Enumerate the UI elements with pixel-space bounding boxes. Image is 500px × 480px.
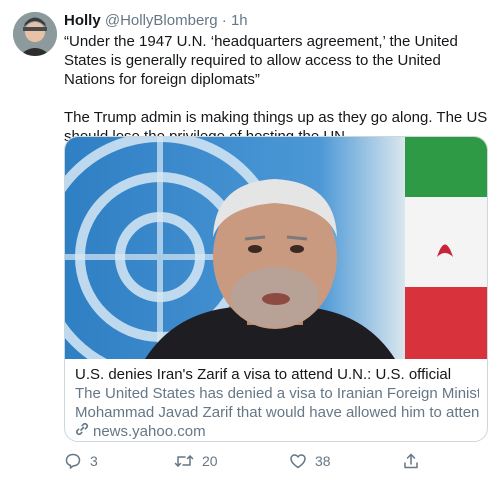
card-title[interactable]: U.S. denies Iran's Zarif a visa to atten… (75, 365, 479, 384)
card-description-line-2: Mohammad Javad Zarif that would have all… (75, 404, 479, 421)
card-description: The United States has denied a visa to I… (75, 384, 479, 422)
card-body: U.S. denies Iran's Zarif a visa to atten… (65, 360, 487, 441)
link-card[interactable]: U.S. denies Iran's Zarif a visa to atten… (64, 136, 488, 442)
card-domain-text: news.yahoo.com (93, 423, 206, 440)
reply-count: 3 (90, 453, 98, 469)
card-domain[interactable]: news.yahoo.com (75, 422, 479, 441)
tweet-actions: 3 20 38 (64, 452, 444, 472)
share-button[interactable] (402, 452, 420, 470)
author-name[interactable]: Holly (64, 12, 101, 29)
tweet-timestamp[interactable]: 1h (231, 12, 248, 29)
retweet-count: 20 (202, 453, 218, 469)
like-count: 38 (315, 453, 331, 469)
card-description-line-1: The United States has denied a visa to I… (75, 385, 479, 402)
author-handle[interactable]: @HollyBlomberg (105, 12, 218, 29)
tweet-header: Holly @HollyBlomberg · 1h (64, 12, 248, 30)
tweet-paragraph-1: “Under the 1947 U.N. ‘headquarters agree… (64, 33, 458, 88)
tweet-text: “Under the 1947 U.N. ‘headquarters agree… (64, 32, 494, 146)
share-icon (402, 452, 420, 470)
link-icon (75, 422, 89, 441)
avatar[interactable] (13, 12, 57, 56)
like-button[interactable]: 38 (289, 452, 331, 470)
card-image (65, 137, 487, 382)
reply-button[interactable]: 3 (64, 452, 98, 470)
separator-dot: · (221, 12, 227, 29)
retweet-icon (174, 452, 194, 470)
reply-icon (64, 452, 82, 470)
retweet-button[interactable]: 20 (174, 452, 218, 470)
like-icon (289, 452, 307, 470)
